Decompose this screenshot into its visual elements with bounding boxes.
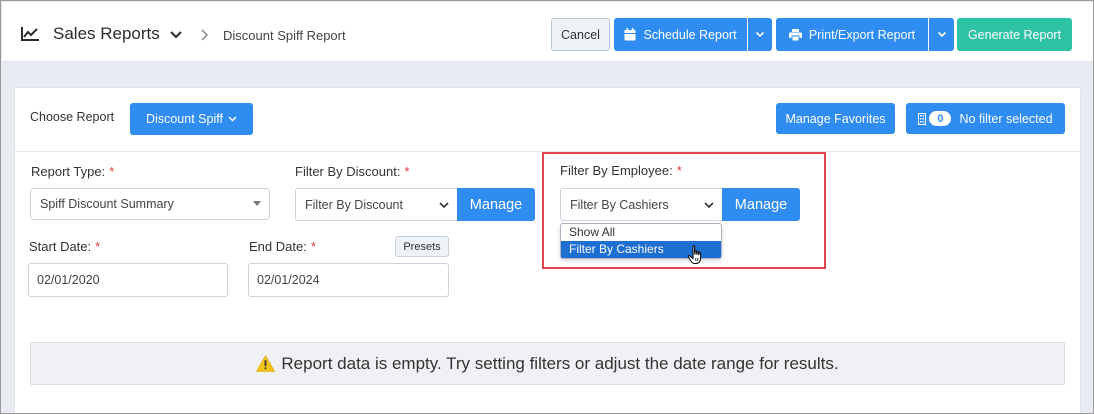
schedule-report-label: Schedule Report [643, 27, 737, 42]
print-export-dropdown-toggle[interactable] [929, 18, 954, 51]
caret-down-icon [253, 201, 261, 206]
start-date-label: Start Date: * [29, 239, 100, 254]
report-type-value: Spiff Discount Summary [40, 197, 174, 211]
report-type-label: Report Type: * [31, 164, 114, 179]
page-title[interactable]: Sales Reports [53, 24, 160, 44]
app-window: Sales Reports Discount Spiff Report Canc… [0, 0, 1094, 414]
schedule-report-dropdown-toggle[interactable] [748, 18, 772, 51]
breadcrumb-current: Discount Spiff Report [223, 28, 346, 43]
filter-summary-button[interactable]: 0 No filter selected [906, 103, 1065, 134]
chevron-down-icon [439, 201, 449, 208]
presets-button[interactable]: Presets [395, 236, 449, 257]
filter-count-badge: 0 [929, 111, 952, 126]
end-date-label: End Date: * [249, 239, 316, 254]
generate-report-button[interactable]: Generate Report [957, 18, 1072, 51]
chevron-down-icon[interactable] [169, 29, 183, 41]
calendar-icon [624, 28, 636, 41]
required-marker: * [109, 164, 115, 179]
manage-discount-label: Manage [469, 196, 523, 213]
filter-icon [918, 112, 927, 125]
choose-report-value: Discount Spiff [146, 112, 223, 126]
filter-discount-label: Filter By Discount: * [295, 164, 410, 179]
print-export-report-button[interactable]: Print/Export Report [776, 18, 928, 51]
start-date-value: 02/01/2020 [37, 273, 100, 287]
chevron-down-icon [755, 31, 765, 38]
report-type-label-text: Report Type: [31, 164, 106, 179]
required-marker: * [404, 164, 410, 179]
cancel-label: Cancel [561, 27, 600, 42]
required-marker: * [95, 239, 101, 254]
manage-favorites-button[interactable]: Manage Favorites [776, 103, 895, 134]
end-date-value: 02/01/2024 [257, 273, 320, 287]
warning-icon [256, 355, 276, 372]
employee-filter-highlight [542, 152, 826, 269]
cancel-button[interactable]: Cancel [551, 18, 610, 51]
filter-discount-select[interactable]: Filter By Discount [295, 188, 458, 221]
choose-report-label: Choose Report [30, 110, 115, 124]
chevron-down-icon [228, 116, 237, 122]
filter-summary-label: No filter selected [959, 111, 1053, 126]
filter-discount-label-text: Filter By Discount: [295, 164, 401, 179]
report-type-select[interactable]: Spiff Discount Summary [30, 188, 270, 220]
schedule-report-button[interactable]: Schedule Report [614, 18, 747, 51]
start-date-input[interactable]: 02/01/2020 [28, 263, 228, 297]
line-chart-icon [21, 27, 39, 41]
chevron-down-icon [937, 31, 946, 38]
presets-label: Presets [403, 240, 441, 253]
end-date-label-text: End Date: [249, 239, 307, 254]
filter-discount-value: Filter By Discount [305, 197, 403, 212]
required-marker: * [310, 239, 316, 254]
print-export-label: Print/Export Report [808, 27, 916, 42]
alert-message: Report data is empty. Try setting filter… [281, 353, 839, 373]
empty-report-alert: Report data is empty. Try setting filter… [30, 342, 1065, 385]
start-date-label-text: Start Date: [29, 239, 92, 254]
manage-favorites-label: Manage Favorites [785, 111, 886, 126]
choose-report-dropdown[interactable]: Discount Spiff [130, 103, 253, 135]
manage-discount-button[interactable]: Manage [457, 188, 535, 221]
printer-icon [788, 28, 802, 41]
chevron-right-icon [201, 29, 209, 41]
end-date-input[interactable]: 02/01/2024 [248, 263, 449, 297]
generate-report-label: Generate Report [967, 27, 1062, 42]
